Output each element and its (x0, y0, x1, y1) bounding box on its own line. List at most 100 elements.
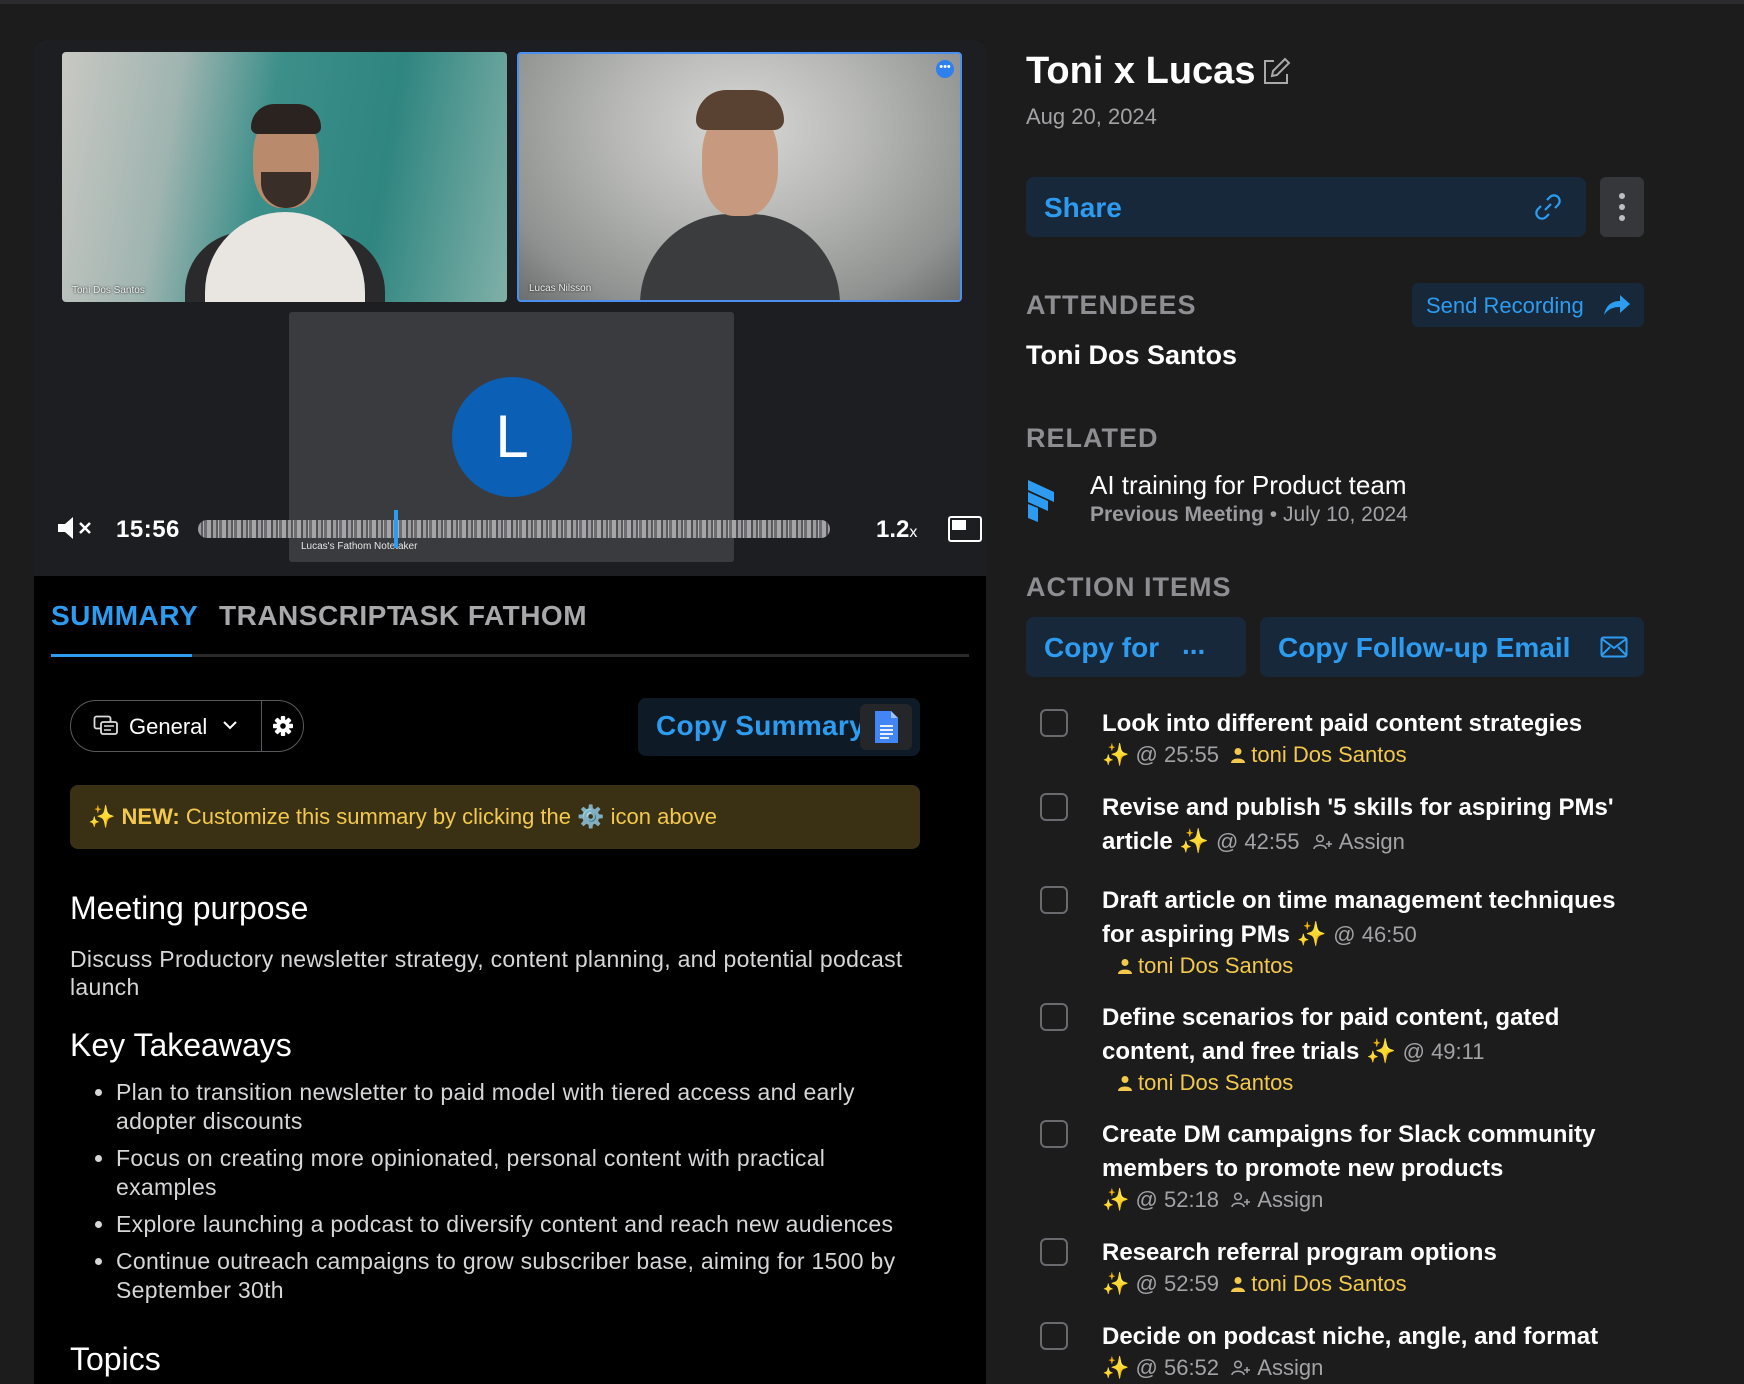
tab-ask-fathom[interactable]: ASK FATHOM (399, 600, 587, 632)
copy-email-label: Copy Follow-up Email (1278, 632, 1571, 663)
chevron-down-icon[interactable] (221, 716, 239, 734)
sparkle-icon: ✨ (1366, 1038, 1396, 1065)
assignee[interactable]: toni Dos Santos (1231, 742, 1407, 767)
timestamp-link[interactable]: @ 46:50 (1333, 922, 1417, 947)
action-item-checkbox[interactable] (1040, 1322, 1068, 1350)
action-item-text[interactable]: Decide on podcast niche, angle, and form… (1102, 1323, 1598, 1350)
assign-button[interactable]: Assign (1313, 829, 1405, 854)
action-items-heading: ACTION ITEMS (1026, 572, 1232, 602)
mail-icon (1600, 636, 1628, 658)
participant-figure (184, 92, 385, 302)
key-takeaways-heading: Key Takeaways (70, 1027, 292, 1063)
banner-new-label: ✨ NEW: (88, 804, 180, 829)
person-icon (1118, 1076, 1132, 1091)
related-heading: RELATED (1026, 423, 1159, 453)
timestamp-link[interactable]: @ 56:52 (1136, 1355, 1220, 1380)
sparkle-icon: ✨ (1102, 1271, 1130, 1296)
send-recording-button[interactable]: Send Recording (1412, 283, 1644, 327)
action-item-text[interactable]: Create DM campaigns for Slack community … (1102, 1121, 1595, 1182)
timestamp-link[interactable]: @ 52:59 (1136, 1271, 1220, 1296)
action-item: Look into different paid content strateg… (1040, 707, 1640, 777)
chat-template-icon (93, 715, 118, 735)
copy-summary-button[interactable]: Copy Summary (638, 698, 920, 756)
recording-pane: Toni Dos Santos ••• Lucas Nilsson L Luca… (34, 40, 986, 1384)
active-tab-indicator (51, 654, 192, 657)
timestamp-link[interactable]: @ 25:55 (1136, 742, 1220, 767)
action-item-checkbox[interactable] (1040, 793, 1068, 821)
copy-for-button[interactable]: Copy for ... (1026, 617, 1246, 677)
playback-speed-button[interactable]: 1.2x (876, 516, 917, 544)
action-item-text[interactable]: Look into different paid content strateg… (1102, 710, 1582, 737)
avatar: L (452, 377, 572, 497)
list-item: Explore launching a podcast to diversify… (116, 1210, 930, 1239)
gear-icon[interactable] (270, 713, 296, 739)
more-options-button[interactable] (1600, 177, 1644, 237)
tab-transcript[interactable]: TRANSCRIPT (219, 600, 404, 632)
assignee[interactable]: toni Dos Santos (1118, 953, 1293, 978)
timestamp-link[interactable]: @ 49:11 (1403, 1039, 1485, 1064)
action-item-checkbox[interactable] (1040, 1003, 1068, 1031)
meeting-title: Toni x Lucas (1026, 50, 1256, 92)
assignee[interactable]: toni Dos Santos (1231, 1271, 1407, 1296)
video-tile-toni: Toni Dos Santos (62, 52, 507, 302)
meeting-purpose-heading: Meeting purpose (70, 890, 309, 926)
share-label: Share (1044, 192, 1122, 223)
attendees-heading: ATTENDEES (1026, 290, 1197, 320)
person-icon (1231, 748, 1246, 763)
action-item: Define scenarios for paid content, gated… (1040, 1001, 1640, 1101)
copy-follow-up-email-button[interactable]: Copy Follow-up Email (1260, 617, 1644, 677)
action-item-checkbox[interactable] (1040, 1120, 1068, 1148)
template-selector: General (70, 700, 304, 752)
edit-icon[interactable] (1260, 56, 1292, 88)
list-item: Continue outreach campaigns to grow subs… (116, 1247, 930, 1305)
copy-for-label: Copy for (1044, 632, 1160, 663)
related-meeting-link[interactable]: AI training for Product team (1090, 470, 1406, 501)
copy-summary-label: Copy Summary (656, 710, 865, 741)
action-item: Create DM campaigns for Slack community … (1040, 1118, 1640, 1218)
playhead[interactable] (394, 510, 398, 548)
action-item: Decide on podcast niche, angle, and form… (1040, 1320, 1640, 1384)
tab-summary[interactable]: SUMMARY (51, 600, 198, 632)
person-icon (1231, 1277, 1246, 1292)
attendee-name[interactable]: Toni Dos Santos (1026, 340, 1237, 371)
action-item-checkbox[interactable] (1040, 1238, 1068, 1266)
add-person-icon (1231, 1192, 1251, 1208)
picture-in-picture-icon[interactable] (948, 516, 982, 542)
timestamp-link[interactable]: @ 42:55 (1216, 829, 1300, 854)
list-item: Focus on creating more opinionated, pers… (116, 1144, 930, 1202)
list-item: Plan to transition newsletter to paid mo… (116, 1078, 930, 1136)
customize-banner: ✨ NEW: Customize this summary by clickin… (70, 785, 920, 849)
google-docs-button[interactable] (860, 704, 912, 750)
sparkle-icon: ✨ (1102, 1187, 1130, 1212)
mute-icon[interactable] (56, 514, 96, 542)
video-player[interactable]: Toni Dos Santos ••• Lucas Nilsson L Luca… (34, 40, 986, 576)
template-dropdown[interactable]: General (129, 714, 207, 740)
share-button[interactable]: Share (1026, 177, 1586, 237)
tile-options-icon[interactable]: ••• (936, 60, 954, 78)
action-item-text[interactable]: Research referral program options (1102, 1239, 1497, 1266)
related-meeting-meta: Previous Meeting • July 10, 2024 (1090, 503, 1408, 526)
assign-button[interactable]: Assign (1231, 1355, 1323, 1380)
fathom-logo-icon (1028, 480, 1054, 522)
timestamp-link[interactable]: @ 52:18 (1136, 1187, 1220, 1212)
action-item-text[interactable]: Define scenarios for paid content, gated… (1102, 1004, 1559, 1065)
action-item-checkbox[interactable] (1040, 886, 1068, 914)
google-docs-icon (875, 711, 898, 743)
current-time: 15:56 (116, 516, 180, 543)
divider (261, 701, 262, 751)
banner-text: Customize this summary by clicking the ⚙… (179, 804, 718, 829)
assign-button[interactable]: Assign (1231, 1187, 1323, 1212)
timeline-scrubber[interactable] (198, 520, 830, 538)
action-item: Research referral program options ✨ @ 52… (1040, 1236, 1640, 1306)
kebab-icon (1619, 193, 1625, 199)
send-recording-label: Send Recording (1426, 293, 1584, 318)
participant-figure (630, 84, 850, 300)
video-tile-lucas: ••• Lucas Nilsson (517, 52, 962, 302)
action-item-checkbox[interactable] (1040, 709, 1068, 737)
action-item: Draft article on time management techniq… (1040, 884, 1640, 984)
assignee[interactable]: toni Dos Santos (1118, 1070, 1293, 1095)
sparkle-icon: ✨ (1179, 828, 1210, 855)
sparkle-icon: ✨ (1102, 742, 1130, 767)
tile-name-label: Toni Dos Santos (72, 285, 145, 296)
meeting-details-pane: Toni x Lucas Aug 20, 2024 Share ATTENDEE… (1026, 0, 1744, 1384)
